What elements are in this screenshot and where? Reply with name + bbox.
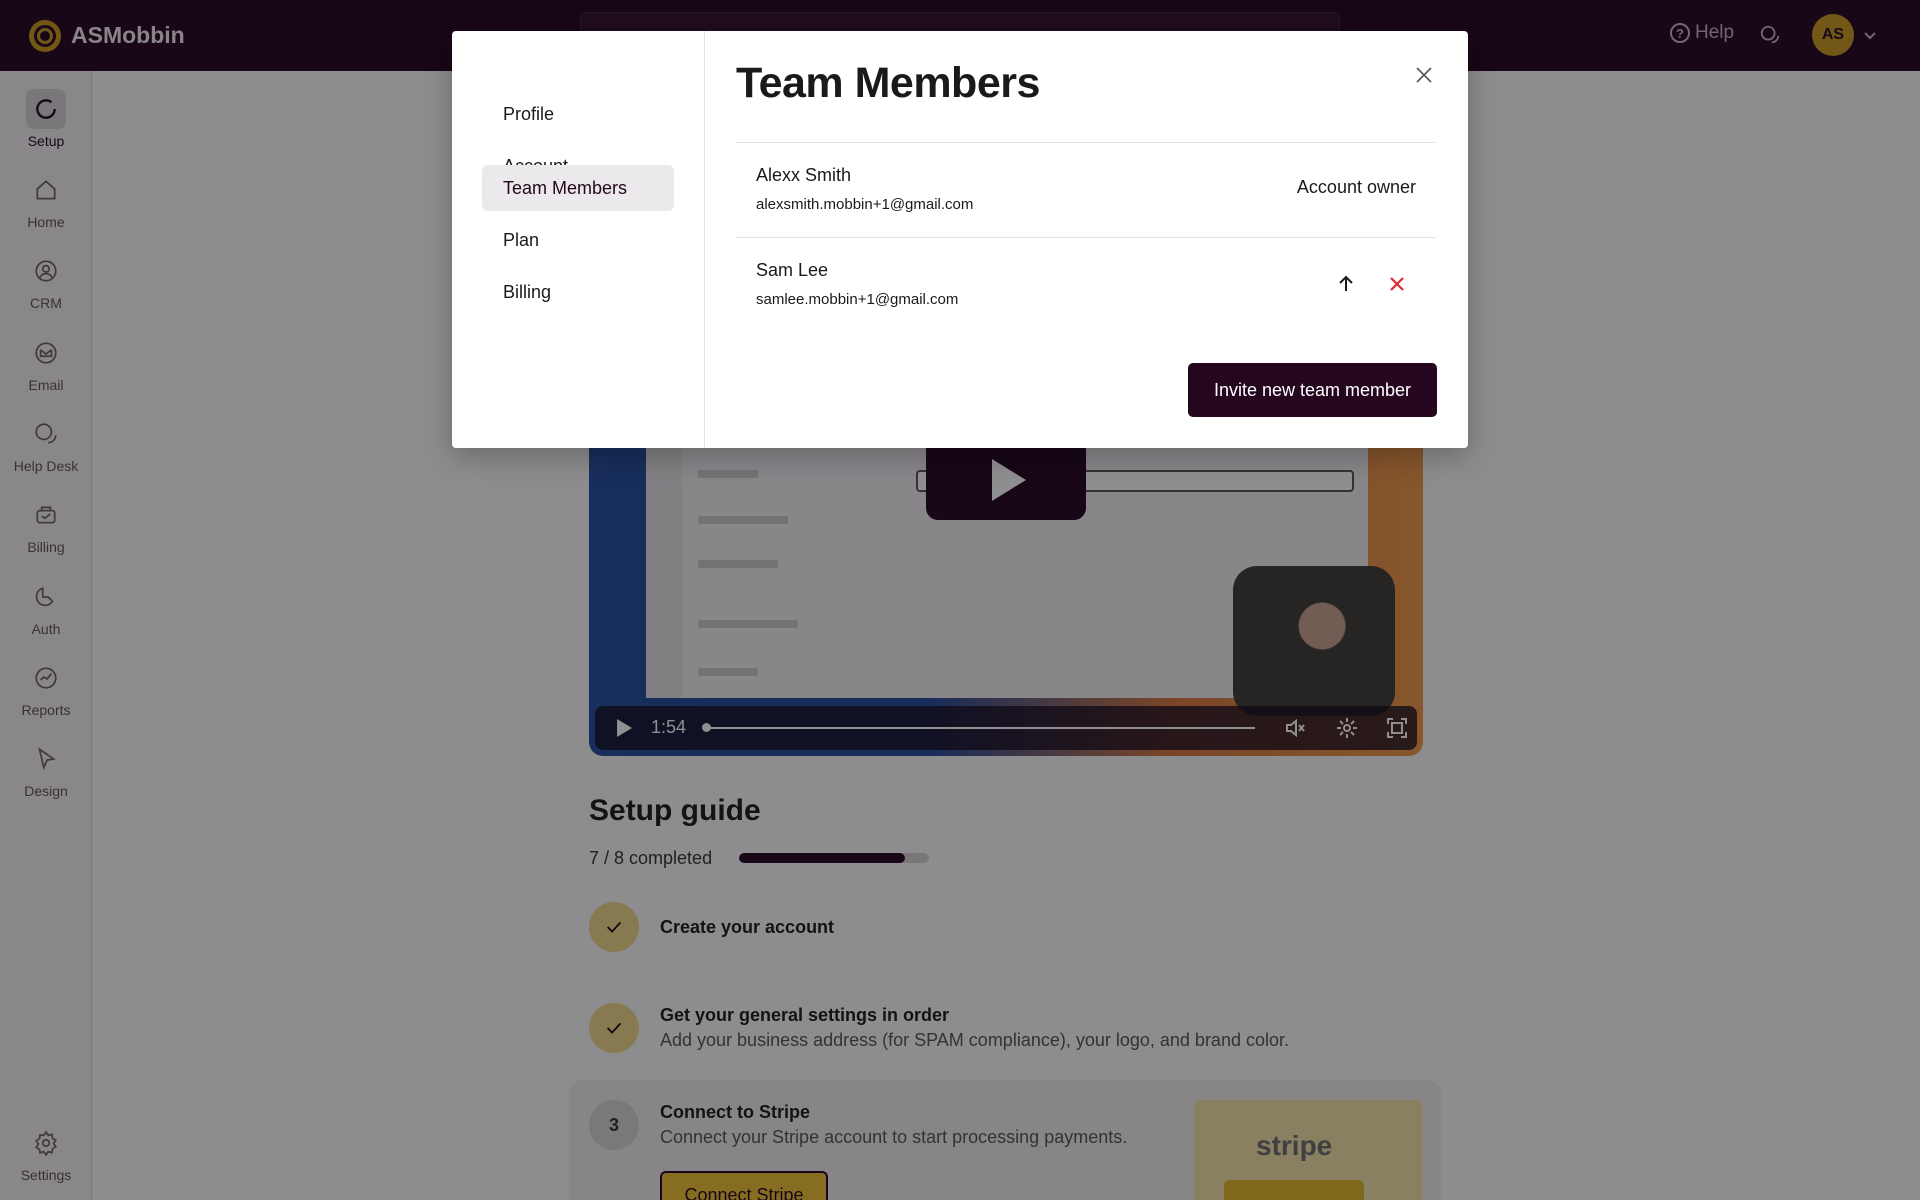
nav-item-team-members[interactable]: Team Members: [482, 165, 674, 211]
team-member-row: Sam Lee samlee.mobbin+1@gmail.com: [736, 237, 1436, 331]
settings-nav: Profile Account Team Members Plan Billin…: [452, 31, 705, 448]
arrow-up-icon[interactable]: [1333, 271, 1359, 297]
invite-team-member-button[interactable]: Invite new team member: [1188, 363, 1437, 417]
team-member-row: Alexx Smith alexsmith.mobbin+1@gmail.com…: [736, 142, 1436, 236]
member-name: Sam Lee: [756, 260, 829, 280]
nav-item-billing[interactable]: Billing: [482, 269, 674, 315]
nav-item-plan[interactable]: Plan: [482, 217, 674, 263]
member-email: samlee.mobbin+1@gmail.com: [756, 291, 959, 308]
member-name: Alexx Smith: [756, 165, 852, 185]
member-email: alexsmith.mobbin+1@gmail.com: [756, 196, 974, 213]
remove-member-icon[interactable]: [1384, 271, 1410, 297]
member-role: Account owner: [1296, 177, 1416, 197]
nav-item-profile[interactable]: Profile: [482, 91, 674, 137]
modal-title: Team Members: [736, 59, 1040, 107]
team-members-modal: Profile Account Team Members Plan Billin…: [452, 31, 1468, 448]
close-icon[interactable]: [1412, 63, 1436, 87]
